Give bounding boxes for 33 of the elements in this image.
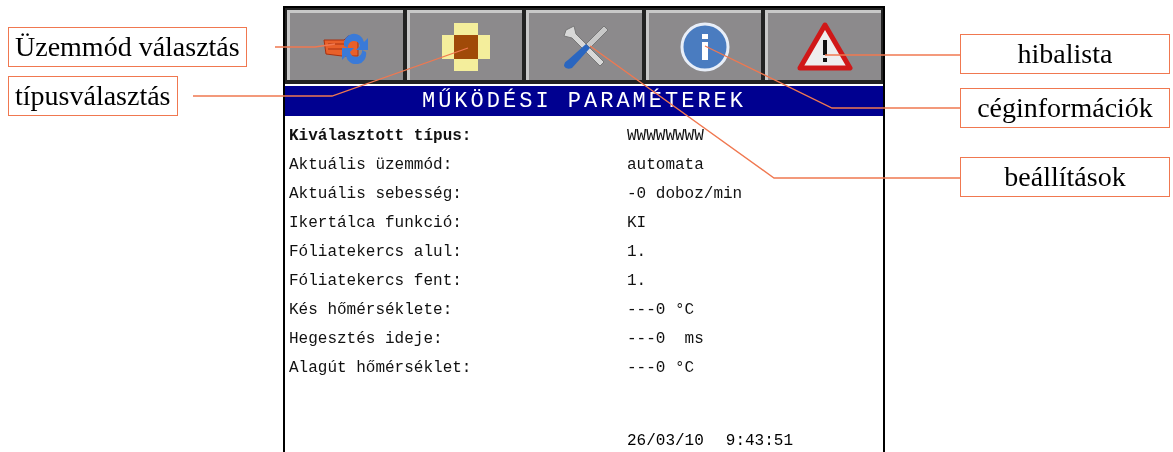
parameter-value: -0 doboz/min bbox=[627, 184, 743, 204]
toolbar-button[interactable] bbox=[645, 10, 762, 80]
parameter-value: KI bbox=[627, 213, 647, 233]
box-icon bbox=[439, 20, 492, 73]
toolbar-button[interactable] bbox=[406, 10, 523, 80]
callout-label: típusválasztás bbox=[8, 76, 178, 116]
callout-label: céginformációk bbox=[960, 88, 1170, 128]
parameter-label: Ikertálca funkció: bbox=[289, 213, 463, 233]
parameter-label: Hegesztés ideje: bbox=[289, 329, 444, 349]
parameter-value: ---0 ms bbox=[627, 329, 704, 349]
parameter-value: automata bbox=[627, 155, 704, 175]
parameter-label: Kés hőmérséklete: bbox=[289, 300, 454, 320]
warning-icon bbox=[796, 21, 853, 72]
info-icon bbox=[679, 20, 732, 73]
toolbar-button[interactable] bbox=[765, 10, 881, 80]
parameter-value: 1. bbox=[627, 242, 647, 262]
parameter-label: Alagút hőmérséklet: bbox=[289, 358, 473, 378]
parameter-label: Fóliatekercs fent: bbox=[289, 271, 463, 291]
parameter-value: ---0 °C bbox=[627, 300, 695, 320]
toolbar-button[interactable] bbox=[526, 10, 642, 80]
callout-label: Üzemmód választás bbox=[8, 27, 247, 67]
toolbar-button[interactable] bbox=[287, 10, 403, 80]
callout-label: beállítások bbox=[960, 157, 1170, 197]
date-text: 26/03/10 bbox=[627, 432, 704, 450]
parameter-label: Kiválasztott típus: bbox=[289, 126, 473, 146]
time-text: 9:43:51 bbox=[725, 432, 794, 450]
callout-label: hibalista bbox=[960, 34, 1170, 74]
parameter-value: WWWWWWWW bbox=[627, 126, 704, 146]
parameter-label: Aktuális sebesség: bbox=[289, 184, 463, 204]
parameter-value: 1. bbox=[627, 271, 647, 291]
parameter-label: Fóliatekercs alul: bbox=[289, 242, 463, 262]
parameter-value: ---0 °C bbox=[627, 358, 695, 378]
parameter-label: Aktuális üzemmód: bbox=[289, 155, 454, 175]
